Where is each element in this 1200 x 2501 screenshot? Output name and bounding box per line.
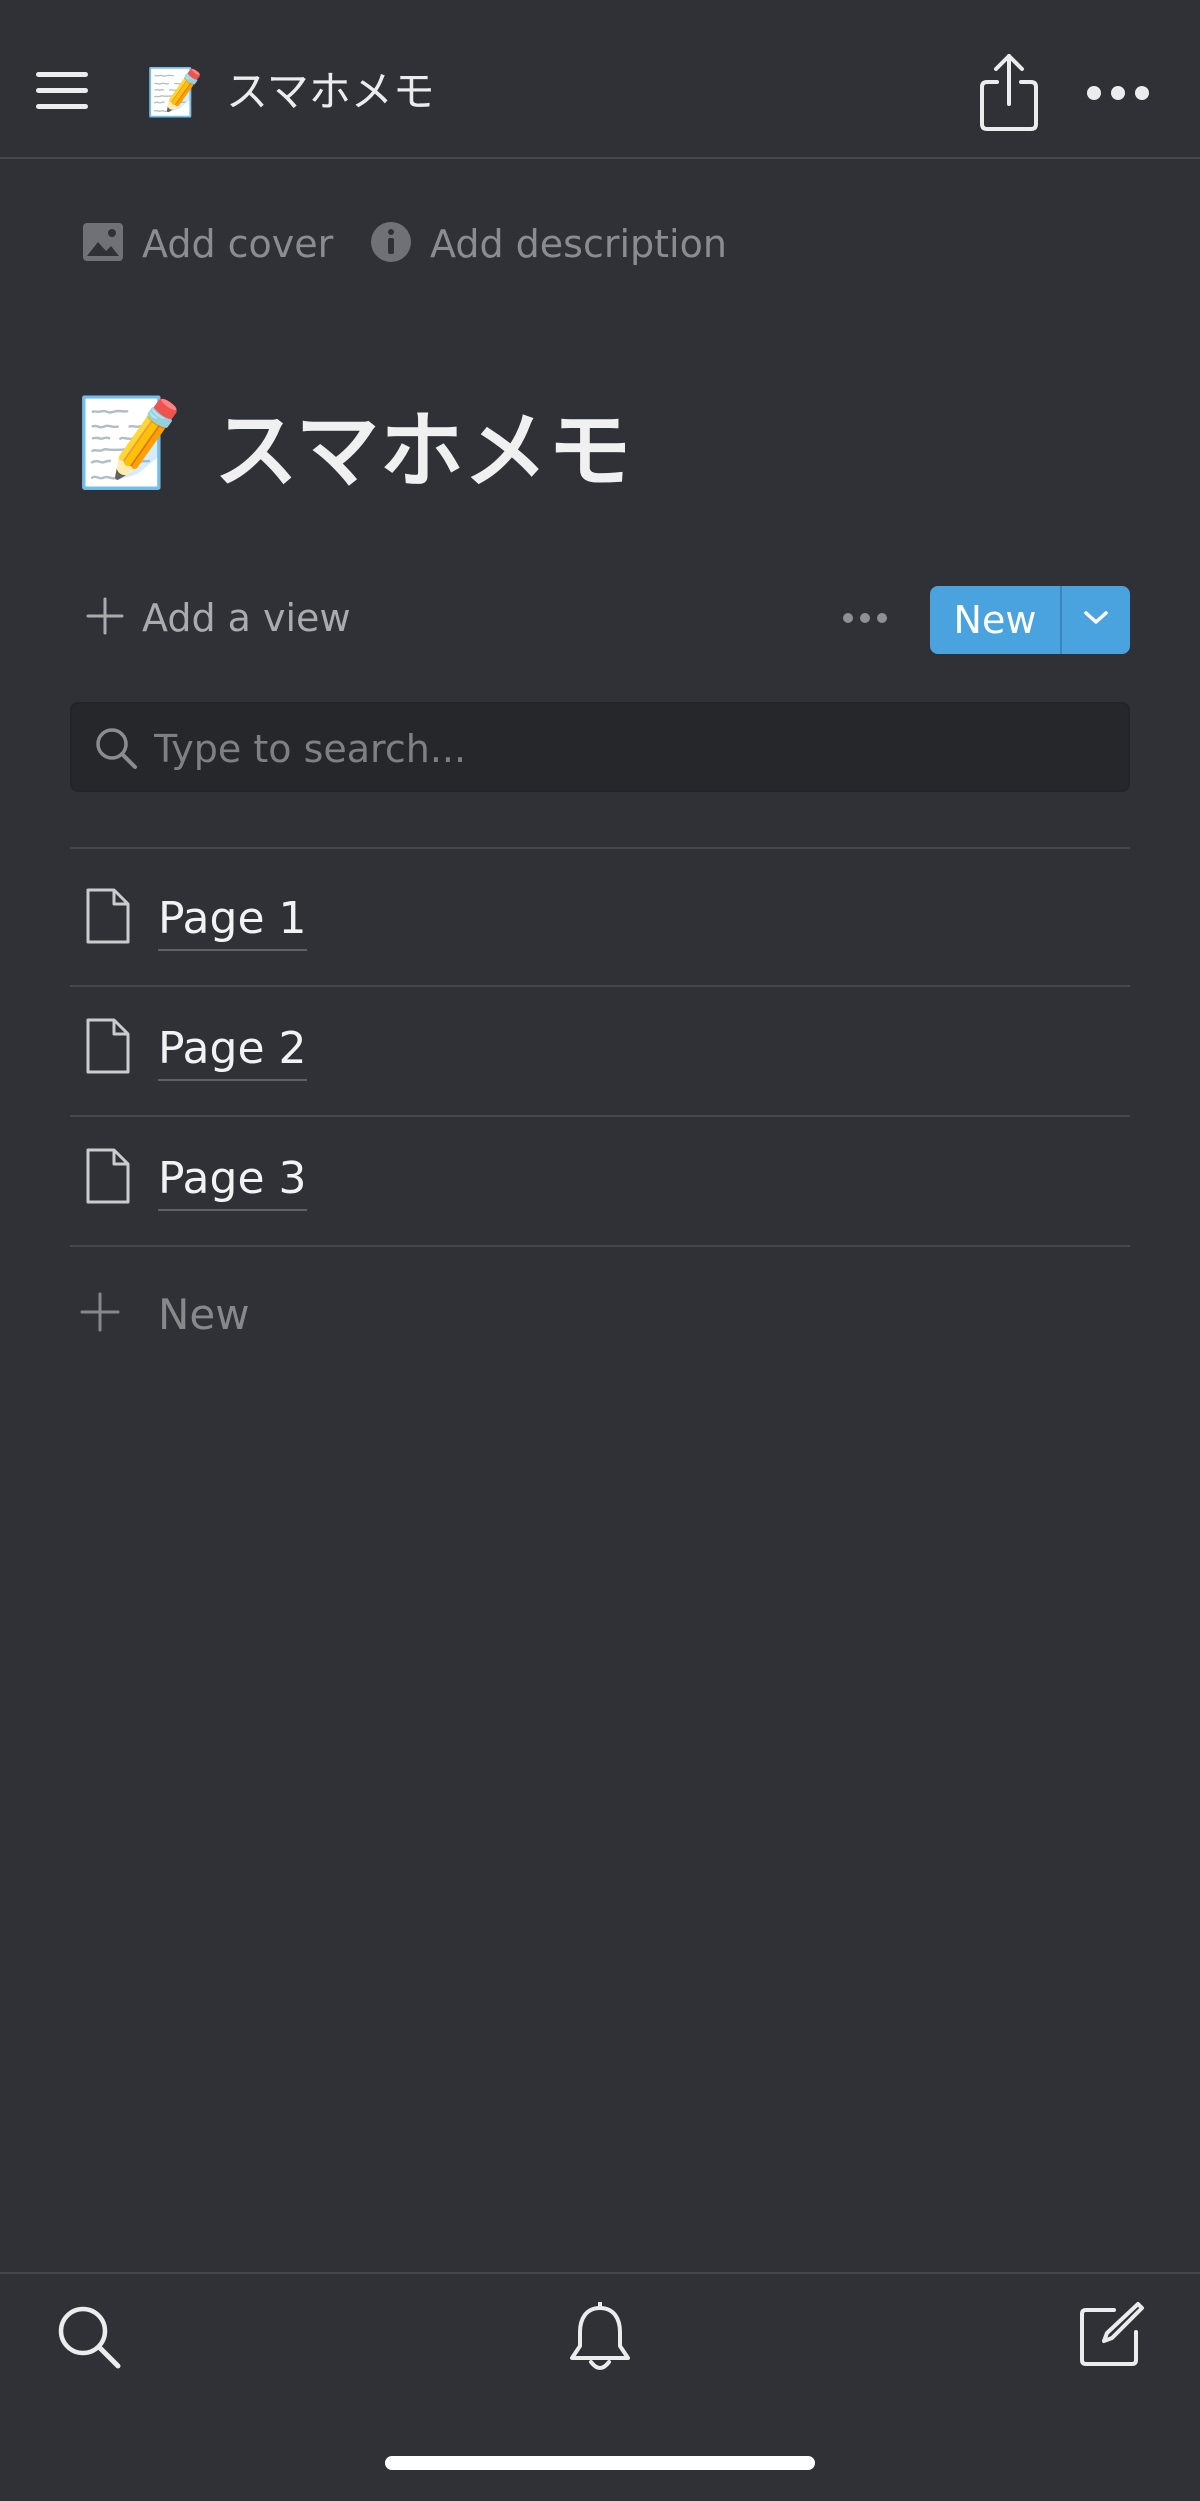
page-title[interactable]: スマホメモ [214, 396, 631, 506]
page-icon [84, 1017, 132, 1075]
image-icon [82, 222, 124, 266]
add-view-label: Add a view [142, 596, 351, 640]
list-item-label: Page 3 [158, 1151, 307, 1211]
new-page-button[interactable]: New [930, 586, 1062, 654]
list-item[interactable]: Page 1 [70, 857, 1130, 987]
new-options-dropdown[interactable] [1062, 586, 1130, 654]
menu-icon[interactable] [36, 68, 90, 114]
list-divider [70, 847, 1130, 849]
view-options-more-icon[interactable] [842, 610, 888, 624]
page-emoji-small: 📝 [146, 65, 204, 119]
add-view-button[interactable]: Add a view [86, 592, 351, 644]
plus-icon [80, 1292, 120, 1336]
add-description-button[interactable]: Add description [370, 218, 727, 270]
compose-icon[interactable] [1076, 2300, 1146, 2370]
search-icon[interactable] [56, 2304, 122, 2370]
list-item-label: Page 1 [158, 891, 307, 951]
search-box [70, 702, 1130, 792]
new-button-group: New [930, 586, 1130, 654]
page-icon [84, 887, 132, 945]
chevron-down-icon [1083, 610, 1109, 630]
more-horizontal-icon[interactable] [1086, 84, 1150, 102]
add-new-label: New [158, 1289, 250, 1339]
search-icon [94, 726, 138, 770]
add-new-page-row[interactable]: New [80, 1286, 250, 1342]
home-indicator[interactable] [385, 2456, 815, 2470]
add-description-label: Add description [430, 222, 727, 266]
list-item[interactable]: Page 2 [70, 987, 1130, 1117]
page-icon [84, 1147, 132, 1205]
search-input[interactable] [152, 718, 1096, 780]
info-icon [370, 221, 412, 267]
list-item[interactable]: Page 3 [70, 1117, 1130, 1247]
add-cover-label: Add cover [142, 222, 334, 266]
topbar-page-title[interactable]: スマホメモ [226, 64, 435, 120]
bell-icon[interactable] [566, 2301, 634, 2376]
add-cover-button[interactable]: Add cover [82, 218, 333, 270]
list-item-label: Page 2 [158, 1021, 307, 1081]
page-emoji-icon[interactable]: 📝 [76, 388, 183, 498]
share-icon[interactable] [974, 52, 1044, 132]
plus-icon [86, 597, 124, 639]
